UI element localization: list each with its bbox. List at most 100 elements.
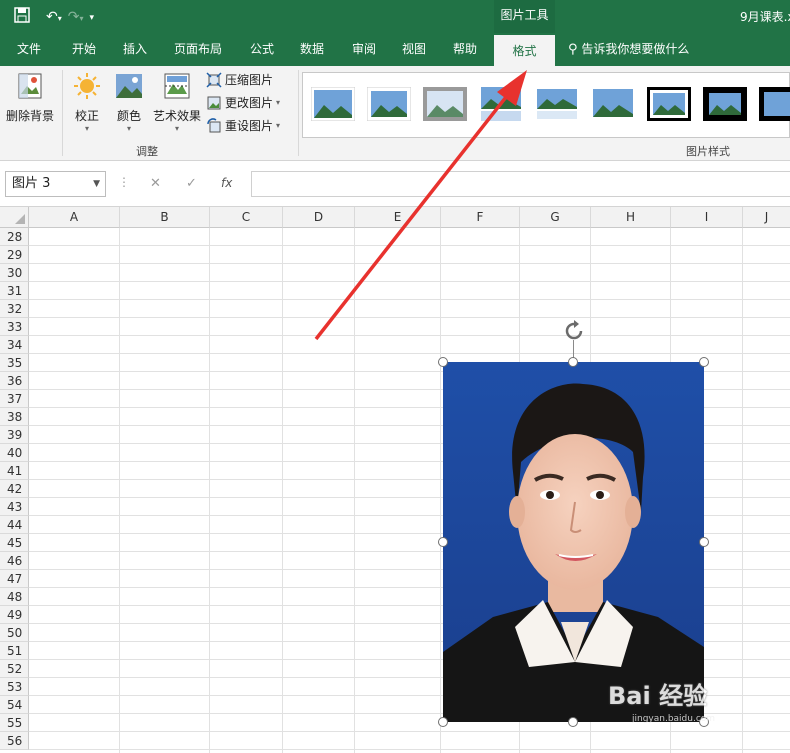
- row-header[interactable]: 47: [0, 570, 29, 588]
- color-label: 颜色: [116, 109, 141, 123]
- row-header[interactable]: 31: [0, 282, 29, 300]
- name-box[interactable]: 图片 3 ▼: [5, 171, 106, 197]
- row-header[interactable]: 53: [0, 678, 29, 696]
- insert-function-icon[interactable]: fx: [221, 176, 232, 190]
- row-header[interactable]: 46: [0, 552, 29, 570]
- picture-style-black-frame[interactable]: [703, 87, 747, 121]
- tab-view[interactable]: 视图: [402, 33, 426, 66]
- color-button[interactable]: 颜色 ▾: [110, 72, 148, 133]
- row-header[interactable]: 36: [0, 372, 29, 390]
- row-header[interactable]: 44: [0, 516, 29, 534]
- enter-icon[interactable]: ✓: [186, 176, 197, 191]
- resize-handle-top-right[interactable]: [699, 357, 709, 367]
- formula-bar-grip[interactable]: ⋮: [118, 175, 130, 189]
- column-header-e[interactable]: E: [355, 207, 441, 228]
- picture-style-shadow[interactable]: [423, 87, 467, 121]
- row-header[interactable]: 38: [0, 408, 29, 426]
- tell-me-label: 告诉我你想要做什么: [581, 42, 690, 56]
- formula-input[interactable]: [251, 171, 790, 197]
- resize-handle-top-left[interactable]: [438, 357, 448, 367]
- remove-background-label: 删除背景: [5, 109, 54, 123]
- undo-icon[interactable]: ↶▾: [46, 8, 62, 28]
- tab-help[interactable]: 帮助: [453, 33, 477, 66]
- row-header[interactable]: 45: [0, 534, 29, 552]
- row-header[interactable]: 48: [0, 588, 29, 606]
- row-header[interactable]: 40: [0, 444, 29, 462]
- tab-file[interactable]: 文件: [17, 33, 41, 66]
- cancel-icon[interactable]: ✕: [150, 176, 161, 191]
- row-header[interactable]: 49: [0, 606, 29, 624]
- row-header[interactable]: 33: [0, 318, 29, 336]
- picture-style-reflected[interactable]: [479, 87, 523, 121]
- chevron-down-icon: ▾: [276, 98, 281, 107]
- picture-style-rounded[interactable]: [759, 87, 790, 121]
- picture-style-simple-frame[interactable]: [311, 87, 355, 121]
- row-header[interactable]: 52: [0, 660, 29, 678]
- tab-home[interactable]: 开始: [72, 33, 96, 66]
- row-header[interactable]: 55: [0, 714, 29, 732]
- tab-insert[interactable]: 插入: [123, 33, 147, 66]
- tab-formulas[interactable]: 公式: [250, 33, 274, 66]
- row-header[interactable]: 50: [0, 624, 29, 642]
- column-header-a[interactable]: A: [29, 207, 120, 228]
- resize-handle-left[interactable]: [438, 537, 448, 547]
- row-header[interactable]: 43: [0, 498, 29, 516]
- row-header[interactable]: 30: [0, 264, 29, 282]
- row-header[interactable]: 42: [0, 480, 29, 498]
- picture-styles-group-label: 图片样式: [686, 145, 730, 158]
- resize-handle-bottom[interactable]: [568, 717, 578, 727]
- row-header[interactable]: 54: [0, 696, 29, 714]
- tab-format[interactable]: 格式: [494, 35, 555, 68]
- row-header[interactable]: 51: [0, 642, 29, 660]
- column-header-j[interactable]: J: [743, 207, 790, 228]
- resize-handle-top[interactable]: [568, 357, 578, 367]
- artistic-effects-button[interactable]: 艺术效果 ▾: [150, 72, 204, 133]
- portrait-photo[interactable]: [443, 362, 704, 722]
- picture-style-plain[interactable]: [591, 87, 635, 121]
- picture-style-soft-reflection[interactable]: [535, 87, 579, 121]
- resize-handle-right[interactable]: [699, 537, 709, 547]
- column-header-h[interactable]: H: [591, 207, 671, 228]
- tab-data[interactable]: 数据: [300, 33, 324, 66]
- column-header-f[interactable]: F: [441, 207, 520, 228]
- row-header[interactable]: 56: [0, 732, 29, 750]
- compress-pictures-button[interactable]: 压缩图片: [206, 71, 273, 88]
- reset-picture-button[interactable]: 重设图片 ▾: [206, 117, 280, 134]
- column-header-d[interactable]: D: [283, 207, 355, 228]
- row-header[interactable]: 28: [0, 228, 29, 246]
- row-header[interactable]: 37: [0, 390, 29, 408]
- title-bar: ↶▾ ↷▾ ▾ 图片工具 9月课表.x: [0, 0, 790, 33]
- row-header[interactable]: 35: [0, 354, 29, 372]
- select-all-corner[interactable]: [0, 207, 29, 228]
- column-header-i[interactable]: I: [671, 207, 743, 228]
- row-header[interactable]: 29: [0, 246, 29, 264]
- column-header-c[interactable]: C: [210, 207, 283, 228]
- reset-picture-label: 重设图片: [225, 119, 274, 133]
- row-header[interactable]: 32: [0, 300, 29, 318]
- picture-style-thick-black-frame[interactable]: [647, 87, 691, 121]
- tell-me-search[interactable]: ⚲ 告诉我你想要做什么: [568, 33, 689, 66]
- search-icon: ⚲: [568, 42, 578, 57]
- row-header[interactable]: 41: [0, 462, 29, 480]
- resize-handle-bottom-left[interactable]: [438, 717, 448, 727]
- corrections-button[interactable]: 校正 ▾: [68, 72, 106, 133]
- row-header[interactable]: 34: [0, 336, 29, 354]
- picture-style-soft-edge[interactable]: [367, 87, 411, 121]
- tab-review[interactable]: 审阅: [352, 33, 376, 66]
- save-icon[interactable]: [14, 7, 30, 28]
- tab-page-layout[interactable]: 页面布局: [174, 33, 222, 66]
- row-header[interactable]: 39: [0, 426, 29, 444]
- column-header-g[interactable]: G: [520, 207, 591, 228]
- formula-bar: 图片 3 ▼ ⋮ ✕ ✓ fx: [0, 161, 790, 207]
- customize-icon[interactable]: ▾: [90, 9, 95, 27]
- window-title: 9月课表.x: [740, 10, 790, 24]
- chevron-down-icon[interactable]: ▼: [93, 172, 100, 196]
- redo-icon[interactable]: ↷▾: [68, 8, 84, 28]
- remove-background-button[interactable]: 删除背景: [4, 72, 56, 124]
- chevron-down-icon: ▾: [126, 124, 131, 133]
- column-header-b[interactable]: B: [120, 207, 210, 228]
- reset-picture-icon: [207, 117, 221, 132]
- rotate-handle-icon[interactable]: [562, 319, 586, 346]
- change-picture-button[interactable]: 更改图片 ▾: [206, 94, 280, 111]
- compress-label: 压缩图片: [225, 73, 274, 87]
